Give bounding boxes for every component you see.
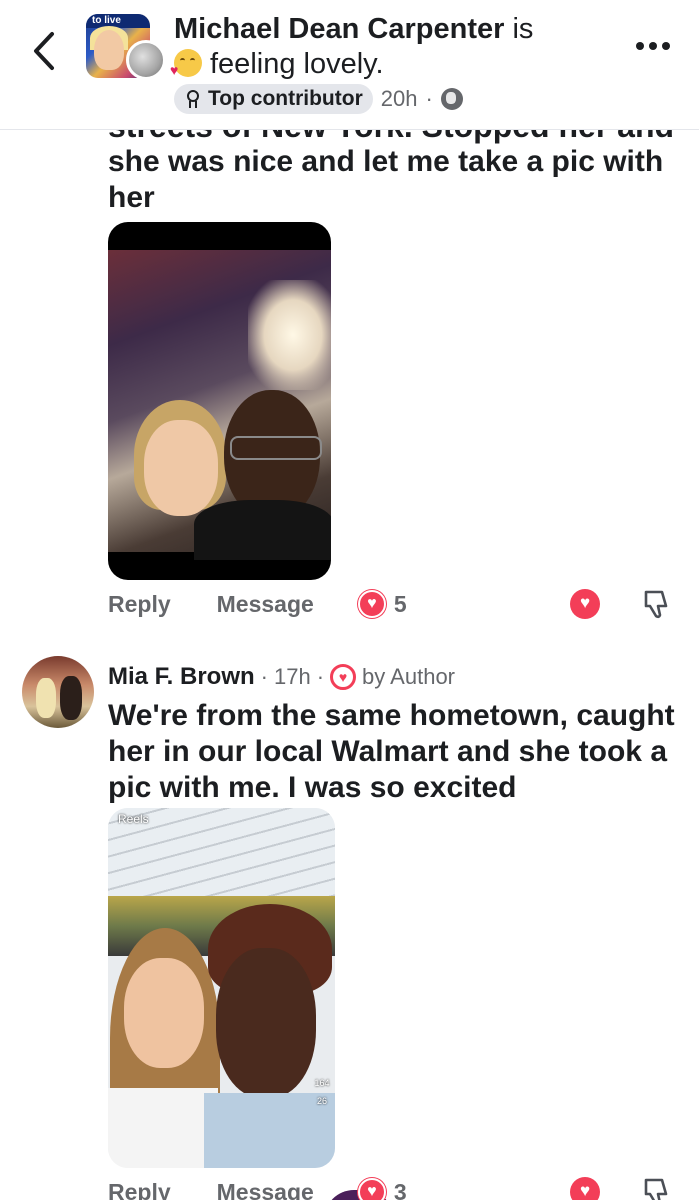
reaction-summary[interactable]: 5: [357, 590, 407, 618]
comment-time: 17h: [274, 664, 311, 689]
reels-label: Reels: [118, 812, 149, 826]
badge-label: Top contributor: [208, 87, 363, 110]
author-avatar[interactable]: to live: [86, 14, 166, 80]
post-header: to live Michael Dean Carpenter is ♥ feeli…: [0, 0, 699, 130]
reply-button[interactable]: Reply: [108, 591, 171, 618]
heart-icon: [357, 1178, 386, 1200]
post-title: Michael Dean Carpenter is ♥ feeling lovel…: [170, 12, 604, 82]
post-time: 20h: [380, 86, 418, 111]
meta-separator: ·: [316, 664, 325, 689]
commenter-avatar[interactable]: [22, 656, 94, 728]
author-name[interactable]: Michael Dean Carpenter: [174, 13, 504, 45]
comment-text: she was nice and let me take a pic with …: [108, 145, 664, 214]
back-chevron-icon[interactable]: [26, 28, 62, 74]
feeling-status: feeling lovely.: [210, 48, 384, 80]
feeling-connector: is: [512, 13, 534, 45]
side-count: 26: [316, 1096, 327, 1106]
side-count: 164: [314, 1078, 330, 1088]
loved-by-author-icon: [330, 664, 357, 690]
avatar-banner-text: to live: [86, 14, 150, 28]
author-profile-picture: [126, 40, 166, 80]
message-button[interactable]: Message: [217, 1179, 314, 1200]
message-button[interactable]: Message: [217, 591, 314, 618]
photo-scene: [108, 250, 331, 560]
comment-actions: Reply Message 3: [108, 1174, 683, 1200]
comment-text: We're from the same hometown, caught her…: [108, 699, 675, 804]
reaction-summary[interactable]: 3: [357, 1178, 407, 1200]
meta-separator: ·: [425, 86, 433, 111]
top-contributor-badge[interactable]: Top contributor: [174, 84, 373, 114]
comment-photo[interactable]: [108, 222, 331, 580]
feeling-emoji-icon: ♥: [170, 49, 202, 77]
comment-photo[interactable]: Reels 164 26: [108, 808, 335, 1168]
commenter-name[interactable]: Mia F. Brown: [108, 663, 255, 691]
heart-icon: [357, 590, 386, 618]
author-reaction-label: by Author: [362, 664, 455, 689]
meta-separator: ·: [260, 664, 268, 689]
top-contributor-icon: [184, 90, 202, 108]
more-options-icon[interactable]: [636, 42, 676, 56]
comment-actions: Reply Message 5: [108, 586, 683, 622]
avatar-face: [94, 30, 124, 70]
globe-icon: [440, 88, 463, 110]
reply-button[interactable]: Reply: [108, 1179, 171, 1200]
reaction-count: 3: [393, 1178, 407, 1200]
comment-header: Mia F. Brown · 17h · by Author: [108, 660, 455, 694]
photo-side-icons: 164 26: [313, 1078, 331, 1158]
reaction-count: 5: [393, 590, 407, 617]
post-meta: Top contributor 20h ·: [174, 84, 463, 114]
